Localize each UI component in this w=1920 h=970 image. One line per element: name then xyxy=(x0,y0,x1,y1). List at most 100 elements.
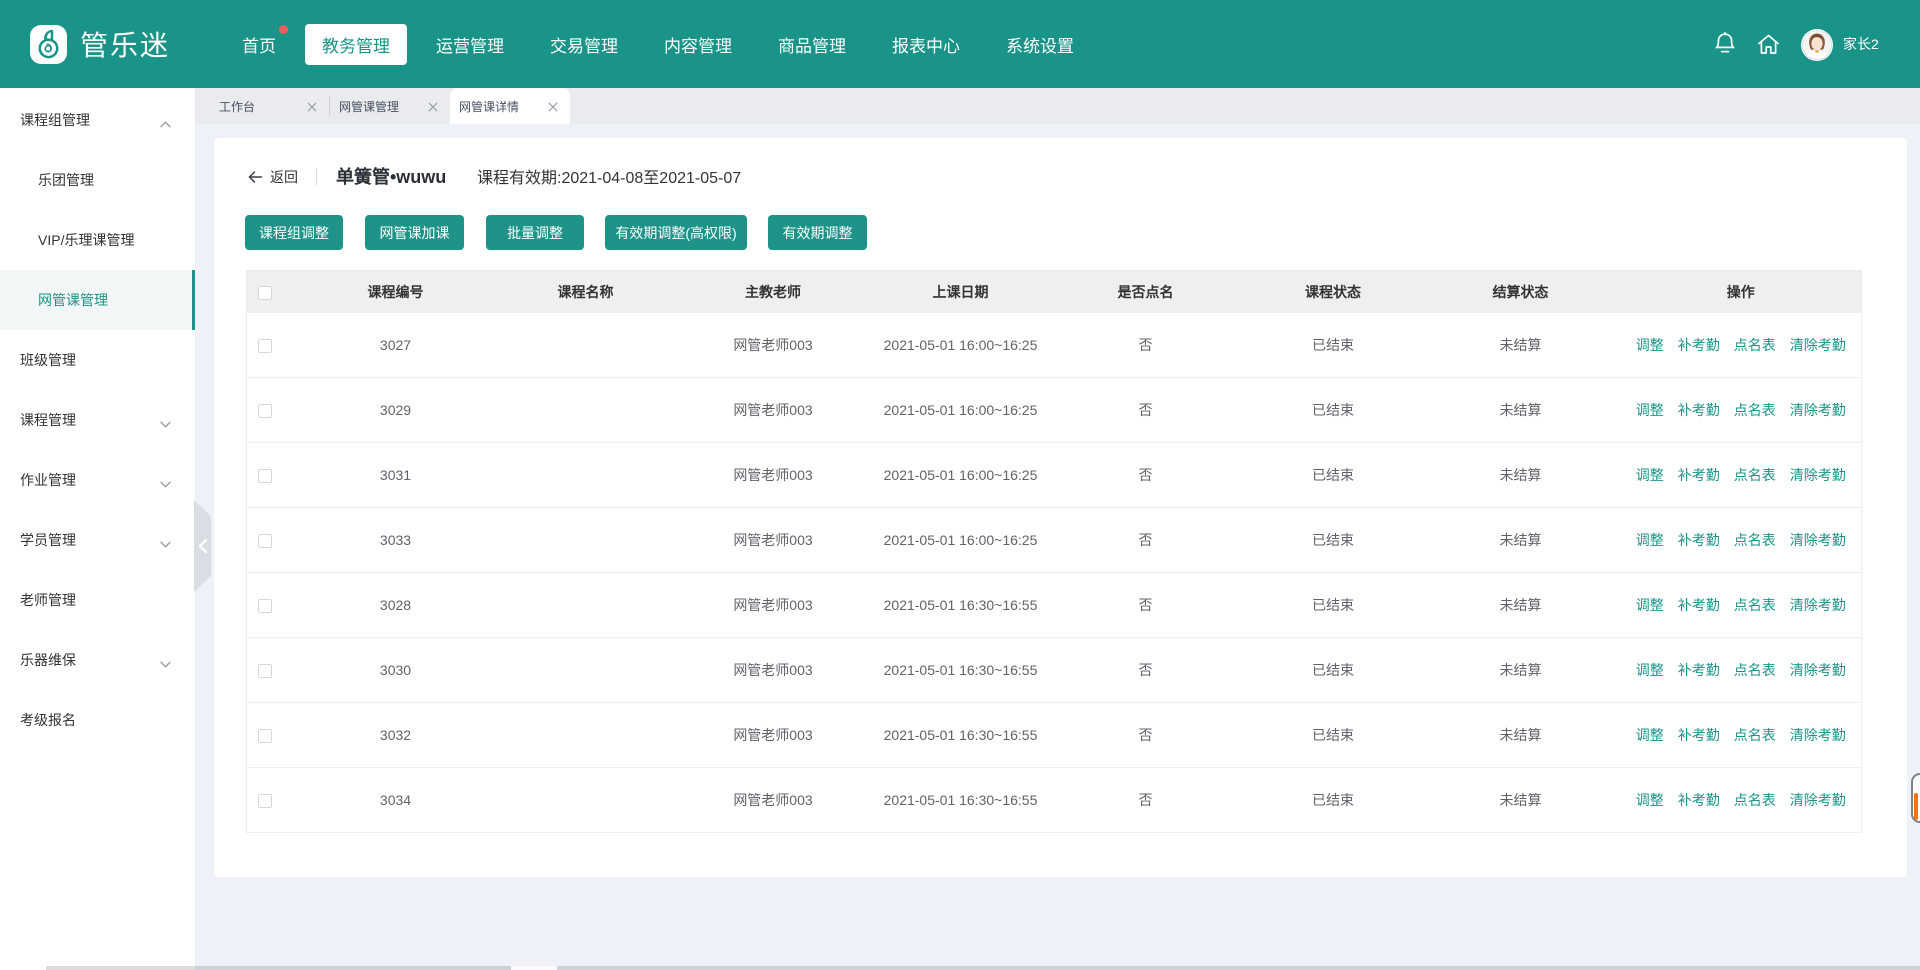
top-nav-item[interactable]: 内容管理 xyxy=(664,32,732,57)
content-area: 返回 单簧管•wuwu 课程有效期:2021-04-08至2021-05-07 … xyxy=(195,124,1920,970)
action-rollcall-sheet[interactable]: 点名表 xyxy=(1734,660,1776,680)
cell-status: 已结束 xyxy=(1246,638,1421,703)
top-nav-item[interactable]: 报表中心 xyxy=(892,32,960,57)
cell-course-name xyxy=(501,313,671,378)
action-adjust[interactable]: 调整 xyxy=(1636,660,1664,680)
avatar[interactable] xyxy=(1801,29,1833,61)
scroll-indicator[interactable] xyxy=(1911,773,1920,823)
scrollbar-thumb[interactable] xyxy=(511,966,557,970)
tab-close-button[interactable] xyxy=(307,101,317,111)
cell-course-name xyxy=(501,443,671,508)
action-adjust[interactable]: 调整 xyxy=(1636,595,1664,615)
top-nav-item[interactable]: 交易管理 xyxy=(550,32,618,57)
sidebar-item-label: 老师管理 xyxy=(20,590,76,610)
action-makeup-attendance[interactable]: 补考勤 xyxy=(1678,790,1720,810)
toolbar-button[interactable]: 课程组调整 xyxy=(245,215,343,250)
action-makeup-attendance[interactable]: 补考勤 xyxy=(1678,400,1720,420)
top-nav-item[interactable]: 系统设置 xyxy=(1006,32,1074,57)
sidebar-item[interactable]: 老师管理 xyxy=(0,570,195,630)
action-clear-attendance[interactable]: 清除考勤 xyxy=(1790,335,1846,355)
row-checkbox[interactable] xyxy=(258,534,272,548)
action-rollcall-sheet[interactable]: 点名表 xyxy=(1734,530,1776,550)
top-nav-item[interactable]: 运营管理 xyxy=(436,32,504,57)
action-rollcall-sheet[interactable]: 点名表 xyxy=(1734,400,1776,420)
select-all-checkbox[interactable] xyxy=(258,286,272,300)
action-makeup-attendance[interactable]: 补考勤 xyxy=(1678,530,1720,550)
sidebar-item[interactable]: 学员管理 xyxy=(0,510,195,570)
action-makeup-attendance[interactable]: 补考勤 xyxy=(1678,595,1720,615)
action-adjust[interactable]: 调整 xyxy=(1636,790,1664,810)
row-checkbox[interactable] xyxy=(258,469,272,483)
row-checkbox[interactable] xyxy=(258,664,272,678)
cell-settlement: 未结算 xyxy=(1421,573,1621,638)
sidebar-item[interactable]: VIP/乐理课管理 xyxy=(0,210,195,270)
home-button[interactable] xyxy=(1755,31,1781,57)
row-checkbox[interactable] xyxy=(258,339,272,353)
cell-teacher: 网管老师003 xyxy=(671,638,876,703)
sidebar-item[interactable]: 课程组管理 xyxy=(0,90,195,150)
cell-operations: 调整 补考勤 点名表 清除考勤 xyxy=(1621,508,1862,573)
sidebar-item-label: 作业管理 xyxy=(20,470,76,490)
tab-close-button[interactable] xyxy=(548,101,558,111)
brand-logo[interactable] xyxy=(30,25,67,64)
action-adjust[interactable]: 调整 xyxy=(1636,725,1664,745)
sidebar-item[interactable]: 乐器维保 xyxy=(0,630,195,690)
row-checkbox[interactable] xyxy=(258,794,272,808)
back-button[interactable]: 返回 xyxy=(247,164,298,189)
tab[interactable]: 工作台 xyxy=(195,88,329,124)
notifications-button[interactable] xyxy=(1712,31,1738,57)
toolbar-button[interactable]: 批量调整 xyxy=(486,215,584,250)
toolbar-button[interactable]: 有效期调整(高权限) xyxy=(605,215,747,250)
action-adjust[interactable]: 调整 xyxy=(1636,530,1664,550)
row-checkbox[interactable] xyxy=(258,599,272,613)
action-adjust[interactable]: 调整 xyxy=(1636,335,1664,355)
toolbar-button[interactable]: 有效期调整 xyxy=(768,215,867,250)
action-makeup-attendance[interactable]: 补考勤 xyxy=(1678,725,1720,745)
action-adjust[interactable]: 调整 xyxy=(1636,400,1664,420)
toolbar-button[interactable]: 网管课加课 xyxy=(365,215,464,250)
page-title: 单簧管•wuwu xyxy=(336,163,446,189)
row-actions: 调整 补考勤 点名表 清除考勤 xyxy=(1621,465,1862,485)
tab[interactable]: 网管课管理 xyxy=(330,88,450,124)
action-makeup-attendance[interactable]: 补考勤 xyxy=(1678,335,1720,355)
top-nav-item[interactable]: 首页 xyxy=(242,32,276,57)
row-checkbox[interactable] xyxy=(258,404,272,418)
cell-rollcall: 否 xyxy=(1046,638,1246,703)
close-icon xyxy=(548,102,558,112)
action-clear-attendance[interactable]: 清除考勤 xyxy=(1790,465,1846,485)
table-row: 3028 网管老师003 2021-05-01 16:30~16:55 否 已结… xyxy=(247,573,1862,638)
action-clear-attendance[interactable]: 清除考勤 xyxy=(1790,790,1846,810)
sidebar-item[interactable]: 课程管理 xyxy=(0,390,195,450)
top-nav-item[interactable]: 教务管理 xyxy=(305,24,407,65)
action-rollcall-sheet[interactable]: 点名表 xyxy=(1734,725,1776,745)
action-makeup-attendance[interactable]: 补考勤 xyxy=(1678,660,1720,680)
sidebar-item[interactable]: 考级报名 xyxy=(0,690,195,750)
sidebar-item[interactable]: 班级管理 xyxy=(0,330,195,390)
action-rollcall-sheet[interactable]: 点名表 xyxy=(1734,790,1776,810)
action-adjust[interactable]: 调整 xyxy=(1636,465,1664,485)
action-clear-attendance[interactable]: 清除考勤 xyxy=(1790,660,1846,680)
tab-close-button[interactable] xyxy=(428,101,438,111)
action-clear-attendance[interactable]: 清除考勤 xyxy=(1790,400,1846,420)
sidebar-item[interactable]: 乐团管理 xyxy=(0,150,195,210)
action-clear-attendance[interactable]: 清除考勤 xyxy=(1790,595,1846,615)
arrow-left-icon xyxy=(247,169,263,185)
horizontal-scrollbar[interactable] xyxy=(0,966,1920,970)
tab[interactable]: 网管课详情 xyxy=(450,88,570,124)
sidebar-item[interactable]: 网管课管理 xyxy=(0,270,195,330)
cell-course-code: 3032 xyxy=(291,703,501,768)
row-checkbox[interactable] xyxy=(258,729,272,743)
tab-label: 网管课管理 xyxy=(339,98,399,115)
action-clear-attendance[interactable]: 清除考勤 xyxy=(1790,725,1846,745)
action-clear-attendance[interactable]: 清除考勤 xyxy=(1790,530,1846,550)
action-rollcall-sheet[interactable]: 点名表 xyxy=(1734,595,1776,615)
cell-date: 2021-05-01 16:30~16:55 xyxy=(876,703,1046,768)
top-nav: 首页 教务管理 运营管理 交易管理 内容管理 商品管理 报表中心 系统设置 xyxy=(242,0,1074,88)
cell-select xyxy=(247,768,291,833)
sidebar-item[interactable]: 作业管理 xyxy=(0,450,195,510)
username[interactable]: 家长2 xyxy=(1843,0,1879,88)
top-nav-item[interactable]: 商品管理 xyxy=(778,32,846,57)
action-rollcall-sheet[interactable]: 点名表 xyxy=(1734,465,1776,485)
action-rollcall-sheet[interactable]: 点名表 xyxy=(1734,335,1776,355)
action-makeup-attendance[interactable]: 补考勤 xyxy=(1678,465,1720,485)
